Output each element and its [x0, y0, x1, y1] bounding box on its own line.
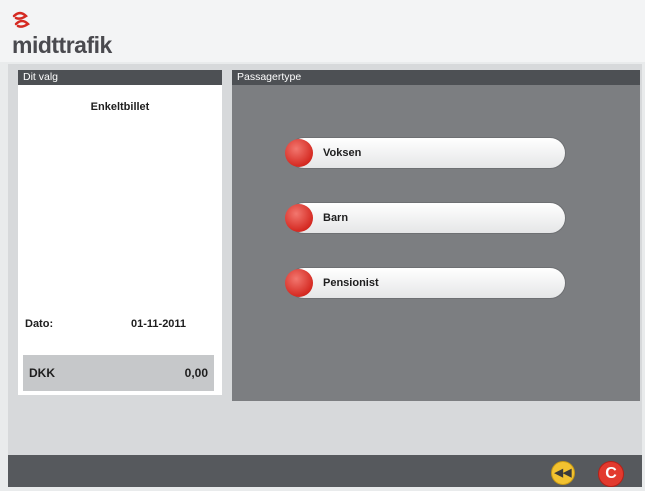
brand-name: midttrafik	[12, 32, 112, 58]
option-barn-button[interactable]: Barn	[285, 202, 566, 234]
date-label: Dato:	[25, 318, 54, 330]
bottom-bar	[8, 455, 642, 487]
option-label: Barn	[323, 212, 349, 224]
date-value: 01-11-2011	[131, 318, 187, 330]
option-label: Voksen	[323, 147, 362, 159]
passenger-type-panel-title: Passagertype	[232, 70, 640, 85]
red-dot-icon	[285, 204, 313, 232]
cancel-button[interactable]: C	[598, 461, 624, 487]
option-voksen-button[interactable]: Voksen	[285, 137, 566, 169]
selection-panel-title: Dit valg	[18, 70, 222, 85]
back-button[interactable]: ◀◀	[551, 461, 575, 485]
total-box: DKK 0,00	[23, 355, 214, 391]
header: midttrafik	[0, 0, 645, 62]
red-dot-icon	[285, 139, 313, 167]
option-pensionist-button[interactable]: Pensionist	[285, 267, 566, 299]
total-amount: 0,00	[184, 366, 208, 380]
currency-label: DKK	[29, 366, 55, 380]
selection-panel-body: Enkeltbillet Dato: 01-11-2011 DKK 0,00	[18, 85, 222, 395]
selection-panel: Dit valg Enkeltbillet Dato: 01-11-2011 D…	[18, 70, 222, 395]
ticket-type: Enkeltbillet	[90, 101, 150, 113]
passenger-type-panel: Passagertype Voksen Barn Pensionist	[232, 70, 640, 401]
option-label: Pensionist	[323, 277, 379, 289]
passenger-type-panel-body: Voksen Barn Pensionist	[232, 85, 640, 401]
rewind-icon: ◀◀	[554, 467, 572, 479]
red-dot-icon	[285, 269, 313, 297]
midttrafik-logo-icon	[12, 11, 30, 28]
